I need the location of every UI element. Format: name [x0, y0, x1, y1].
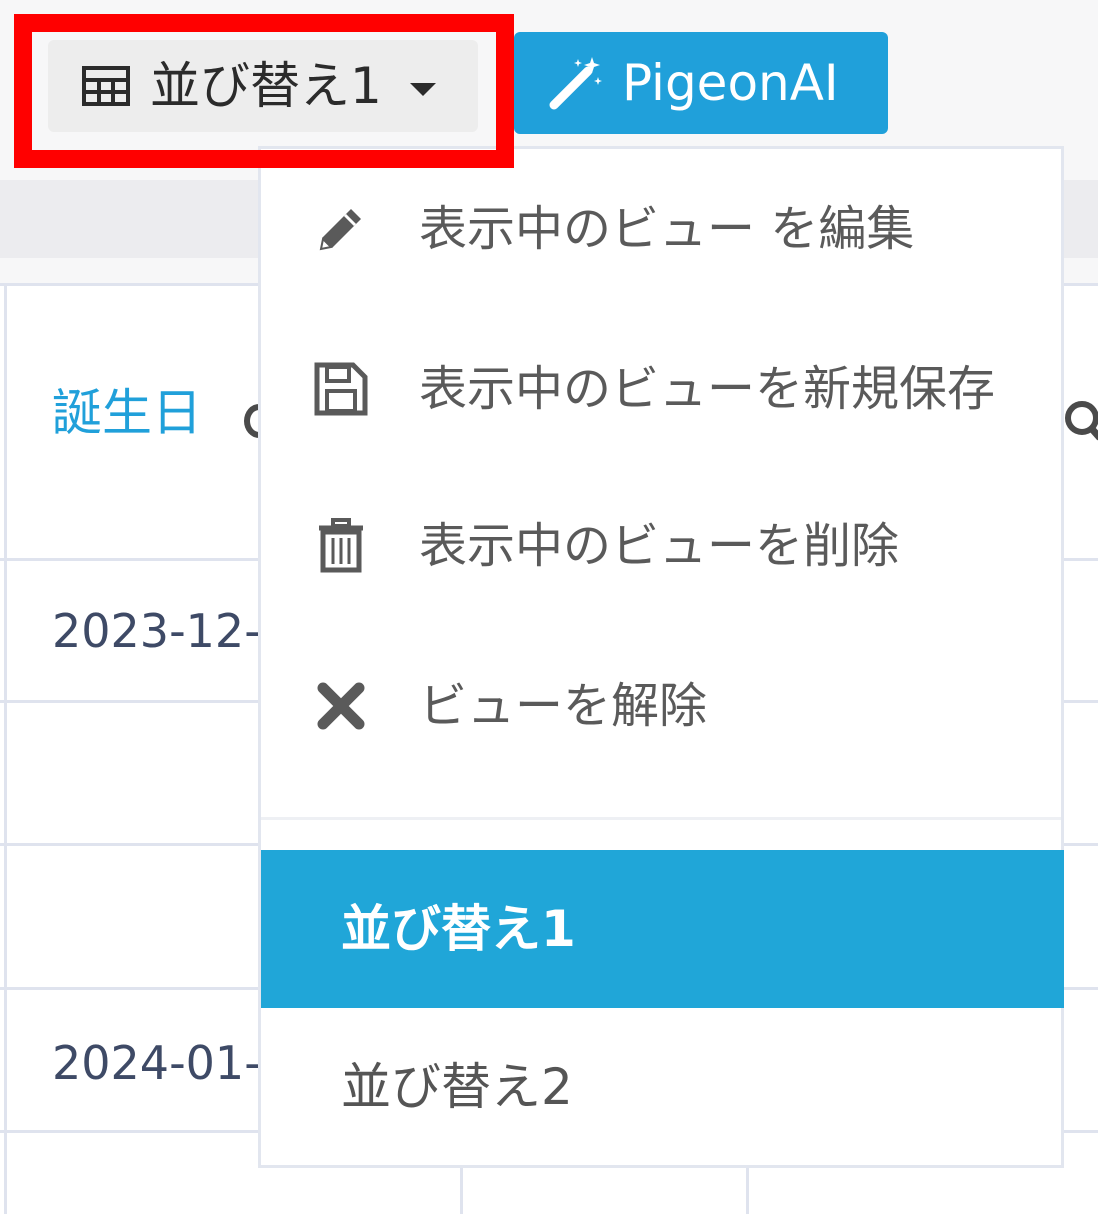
menu-item-label: 表示中のビューを削除: [419, 518, 900, 574]
view-option[interactable]: 並び替え2: [261, 1008, 1064, 1166]
menu-item-clear-view[interactable]: ビューを解除: [261, 631, 1061, 781]
menu-item-save-new-view[interactable]: 表示中のビューを新規保存: [261, 314, 1061, 464]
pencil-icon: [311, 199, 371, 259]
magic-wand-icon: [549, 57, 602, 110]
table-cell: 2024-01-: [52, 1040, 258, 1086]
menu-item-label: 表示中のビューを新規保存: [419, 361, 996, 417]
menu-item-edit-view[interactable]: 表示中のビュー を編集: [261, 154, 1061, 304]
highlight-annotation: [14, 14, 514, 168]
view-option-selected[interactable]: 並び替え1: [261, 850, 1064, 1008]
close-icon: [311, 676, 371, 736]
view-option-label: 並び替え1: [341, 900, 576, 958]
view-dropdown-menu: 表示中のビュー を編集 表示中のビューを新規保存 表示中のビューを削除 ビューを…: [258, 146, 1064, 1168]
table-border-left: [4, 283, 7, 1214]
pigeon-ai-button[interactable]: PigeonAI: [514, 32, 888, 134]
menu-divider: [261, 817, 1061, 820]
column-header-birthday[interactable]: 誕生日: [52, 388, 202, 438]
pigeon-ai-label: PigeonAI: [622, 54, 839, 112]
menu-item-label: 表示中のビュー を編集: [419, 201, 915, 257]
view-option-label: 並び替え2: [341, 1058, 573, 1116]
trash-icon: [311, 516, 371, 576]
table-cell: 2023-12-: [52, 608, 258, 654]
menu-item-label: ビューを解除: [419, 678, 708, 734]
save-icon: [311, 359, 371, 419]
search-icon[interactable]: [1060, 398, 1098, 448]
menu-item-delete-view[interactable]: 表示中のビューを削除: [261, 471, 1061, 621]
